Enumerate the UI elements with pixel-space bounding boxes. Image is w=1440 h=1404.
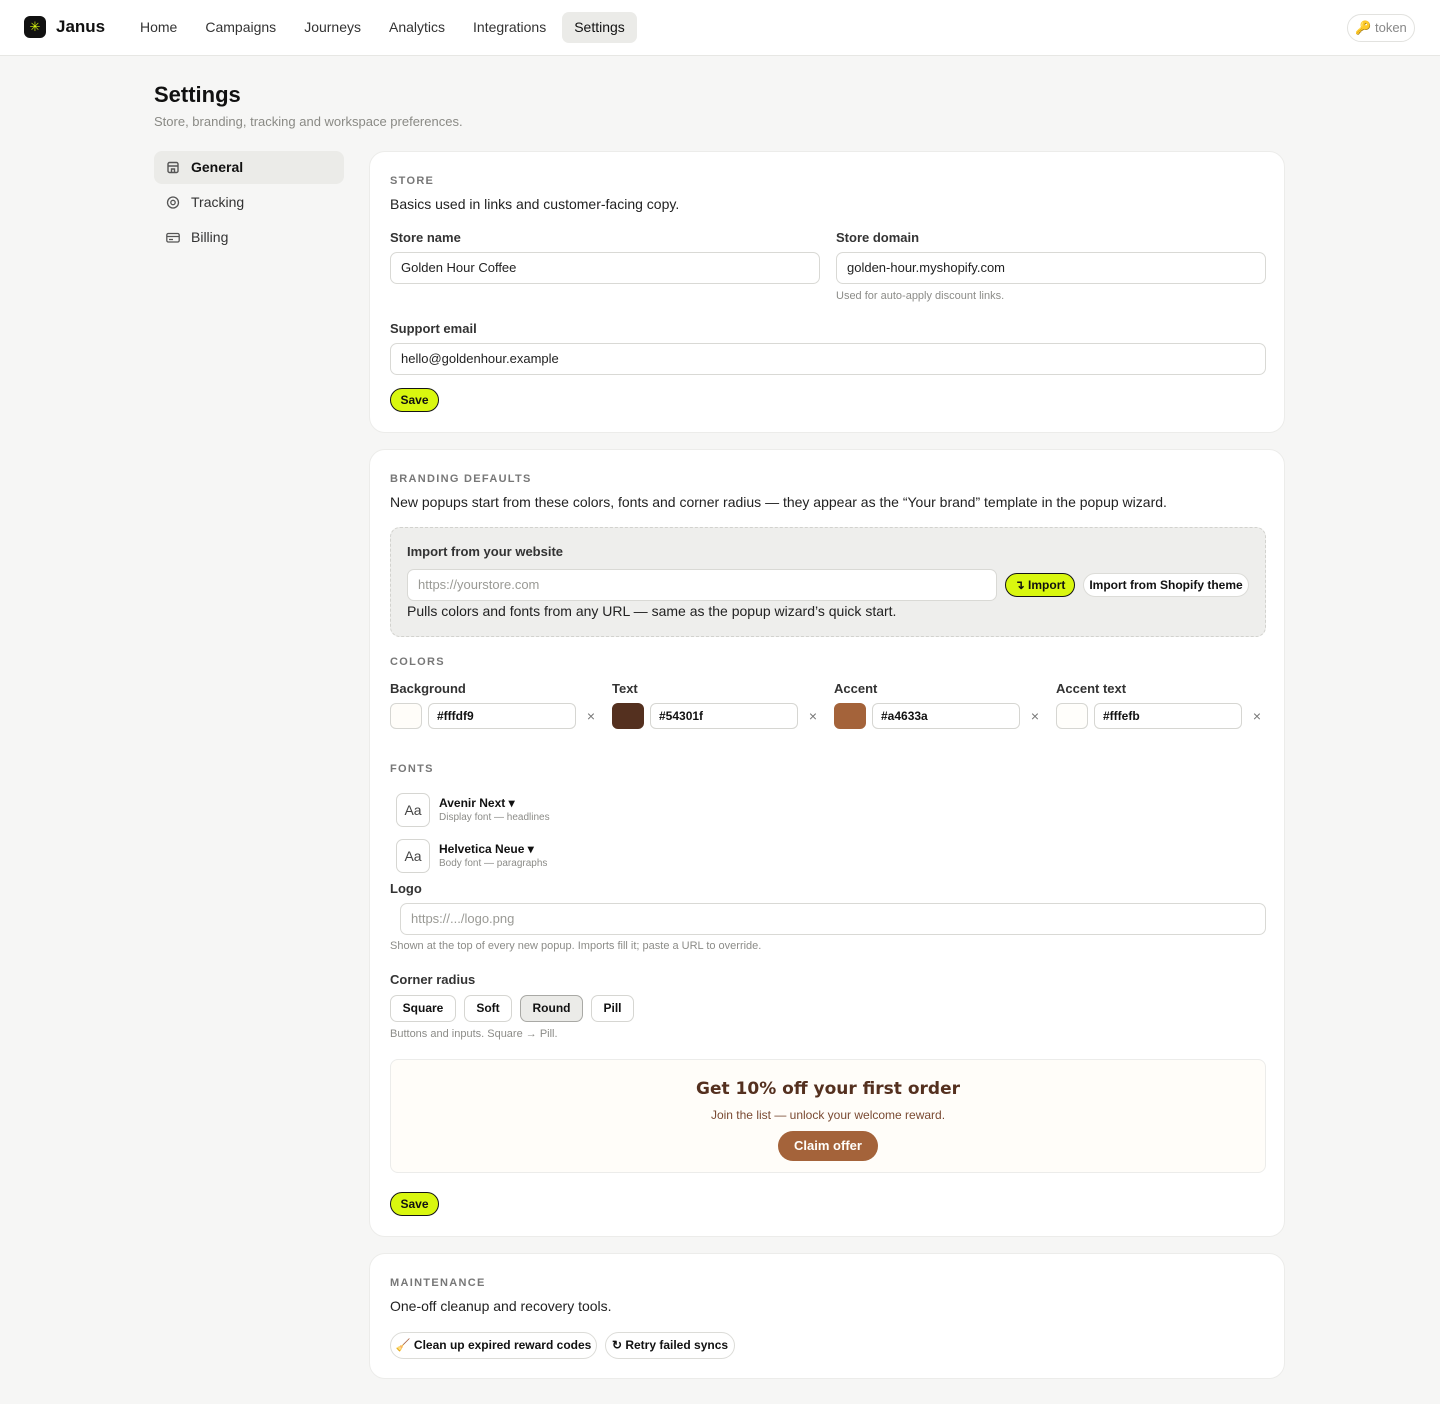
- sidebar-item-billing[interactable]: Billing: [154, 221, 344, 254]
- import-shopify-theme-button[interactable]: Import from Shopify theme: [1083, 573, 1249, 597]
- store-save-button[interactable]: Save: [390, 388, 439, 412]
- font-sample: Aa: [396, 839, 430, 873]
- store-section-label: STORE: [390, 175, 435, 187]
- branding-save-button[interactable]: Save: [390, 1192, 439, 1216]
- body-font-picker[interactable]: Aa Helvetica Neue ▾ Body font — paragrap…: [396, 839, 696, 875]
- font-sample: Aa: [396, 793, 430, 827]
- credit-card-icon: [166, 232, 180, 243]
- radius-square-button[interactable]: Square: [390, 995, 456, 1022]
- color-swatch[interactable]: [612, 703, 644, 729]
- maintenance-description: One-off cleanup and recovery tools.: [390, 1298, 612, 1314]
- fonts-section-label: FONTS: [390, 763, 434, 775]
- maintenance-card: MAINTENANCE One-off cleanup and recovery…: [369, 1253, 1285, 1379]
- nav-journeys[interactable]: Journeys: [292, 12, 373, 43]
- color-label: Accent: [834, 681, 878, 696]
- color-text: Text #54301f ×: [612, 681, 822, 731]
- color-label: Accent text: [1056, 681, 1127, 696]
- popup-preview: Get 10% off your first order Join the li…: [390, 1059, 1266, 1173]
- color-swatch[interactable]: [834, 703, 866, 729]
- clear-icon[interactable]: ×: [1028, 709, 1042, 723]
- sidebar-item-general[interactable]: General: [154, 151, 344, 184]
- preview-headline: Get 10% off your first order: [696, 1079, 960, 1099]
- clear-icon[interactable]: ×: [1250, 709, 1264, 723]
- app-name[interactable]: Janus: [56, 17, 105, 37]
- store-name-input[interactable]: Golden Hour Coffee: [390, 252, 820, 284]
- page-subtitle: Store, branding, tracking and workspace …: [154, 114, 463, 129]
- store-domain-label: Store domain: [836, 230, 920, 245]
- clear-icon[interactable]: ×: [806, 709, 820, 723]
- import-hint: Pulls colors and fonts from any URL — sa…: [407, 603, 897, 619]
- store-domain-input[interactable]: golden-hour.myshopify.com: [836, 252, 1266, 284]
- color-label: Text: [612, 681, 638, 696]
- color-label: Background: [390, 681, 466, 696]
- sidebar-item-label: General: [191, 159, 244, 175]
- sidebar-item-label: Billing: [191, 229, 229, 245]
- branding-section-label: BRANDING DEFAULTS: [390, 473, 532, 485]
- nav-analytics[interactable]: Analytics: [377, 12, 457, 43]
- font-name: Avenir Next ▾: [439, 796, 515, 810]
- clear-icon[interactable]: ×: [584, 709, 598, 723]
- corner-radius-label: Corner radius: [390, 972, 476, 987]
- target-icon: [166, 196, 180, 209]
- logo-hint: Shown at the top of every new popup. Imp…: [390, 940, 762, 952]
- app-logo-icon[interactable]: ✳: [24, 16, 46, 38]
- store-name-label: Store name: [390, 230, 461, 245]
- nav-home[interactable]: Home: [128, 12, 189, 43]
- import-button[interactable]: ↴ Import: [1005, 573, 1075, 597]
- logo-label: Logo: [390, 881, 422, 896]
- colors-section-label: COLORS: [390, 656, 445, 668]
- branding-card: BRANDING DEFAULTS New popups start from …: [369, 449, 1285, 1237]
- color-swatch[interactable]: [1056, 703, 1088, 729]
- corner-radius-hint: Buttons and inputs. Square → Pill.: [390, 1028, 558, 1040]
- preview-cta-button: Claim offer: [778, 1131, 878, 1161]
- radius-pill-button[interactable]: Pill: [591, 995, 634, 1022]
- store-domain-hint: Used for auto-apply discount links.: [836, 290, 1005, 302]
- nav-campaigns[interactable]: Campaigns: [193, 12, 288, 43]
- import-title: Import from your website: [407, 544, 564, 559]
- cleanup-reward-codes-button[interactable]: 🧹 Clean up expired reward codes: [390, 1332, 597, 1359]
- branding-description: New popups start from these colors, font…: [390, 494, 1167, 510]
- page-title: Settings: [154, 82, 241, 107]
- color-hex-input[interactable]: #fffefb: [1094, 703, 1242, 729]
- color-accent-text: Accent text #fffefb ×: [1056, 681, 1266, 731]
- store-card: STORE Basics used in links and customer-…: [369, 151, 1285, 433]
- font-description: Display font — headlines: [439, 812, 550, 823]
- support-email-label: Support email: [390, 321, 477, 336]
- nav-integrations[interactable]: Integrations: [461, 12, 558, 43]
- color-hex-input[interactable]: #54301f: [650, 703, 798, 729]
- color-swatch[interactable]: [390, 703, 422, 729]
- color-accent: Accent #a4633a ×: [834, 681, 1044, 731]
- website-url-input[interactable]: https://yourstore.com: [407, 569, 997, 601]
- font-description: Body font — paragraphs: [439, 858, 548, 869]
- color-hex-input[interactable]: #fffdf9: [428, 703, 576, 729]
- sidebar-item-label: Tracking: [191, 194, 245, 210]
- store-description: Basics used in links and customer-facing…: [390, 196, 680, 212]
- top-bar: ✳ Janus Home Campaigns Journeys Analytic…: [0, 0, 1440, 56]
- logo-url-input[interactable]: https://.../logo.png: [400, 903, 1266, 935]
- radius-soft-button[interactable]: Soft: [464, 995, 512, 1022]
- font-name: Helvetica Neue ▾: [439, 842, 534, 856]
- display-font-picker[interactable]: Aa Avenir Next ▾ Display font — headline…: [396, 793, 696, 829]
- nav-settings[interactable]: Settings: [562, 12, 637, 43]
- support-email-input[interactable]: hello@goldenhour.example: [390, 343, 1266, 375]
- maintenance-section-label: MAINTENANCE: [390, 1277, 486, 1289]
- sidebar-item-tracking[interactable]: Tracking: [154, 186, 344, 219]
- radius-round-button[interactable]: Round: [520, 995, 583, 1022]
- preview-body: Join the list — unlock your welcome rewa…: [710, 1108, 946, 1122]
- storefront-icon: [167, 161, 179, 174]
- main-nav: Home Campaigns Journeys Analytics Integr…: [128, 12, 637, 43]
- color-hex-input[interactable]: #a4633a: [872, 703, 1020, 729]
- token-button[interactable]: 🔑 token: [1347, 14, 1415, 42]
- color-background: Background #fffdf9 ×: [390, 681, 600, 731]
- retry-failed-syncs-button[interactable]: ↻ Retry failed syncs: [605, 1332, 735, 1359]
- import-panel: Import from your website https://yoursto…: [390, 527, 1266, 637]
